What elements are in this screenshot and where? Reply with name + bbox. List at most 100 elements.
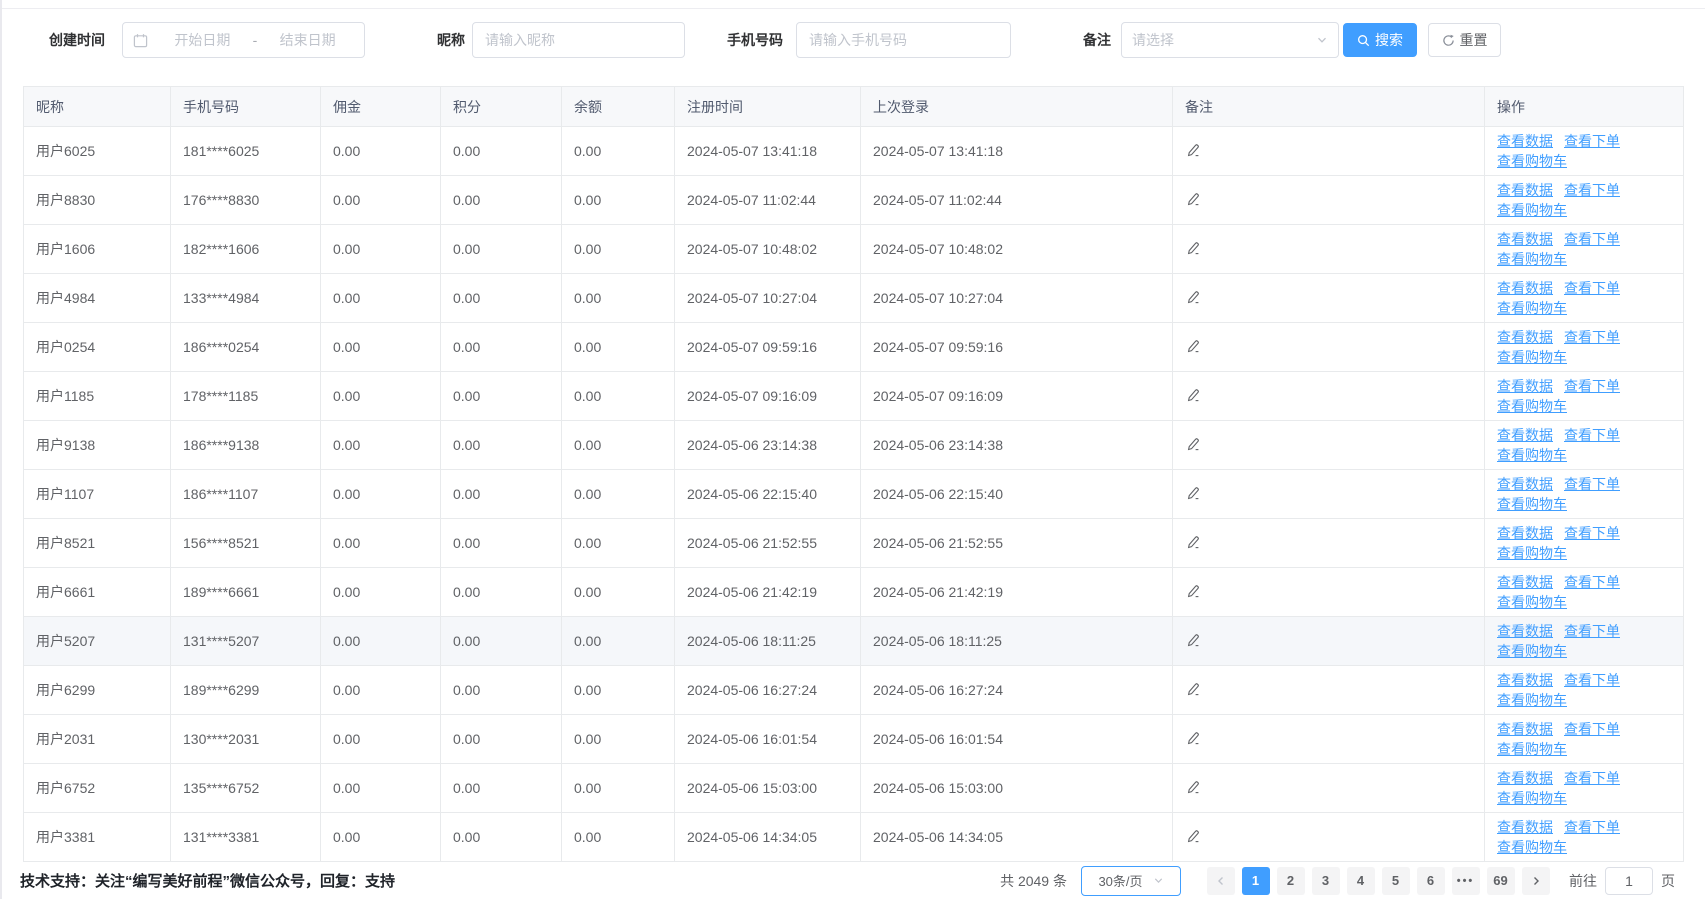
chevron-down-icon <box>1153 875 1164 886</box>
view-cart-link[interactable]: 查看购物车 <box>1497 349 1567 365</box>
view-orders-link[interactable]: 查看下单 <box>1564 427 1620 443</box>
commission-cell: 0.00 <box>321 519 441 568</box>
page-size-value: 30条/页 <box>1098 871 1142 890</box>
edit-remark-button[interactable] <box>1185 730 1201 746</box>
page-button-1[interactable]: 1 <box>1242 867 1270 895</box>
phone-input[interactable] <box>796 22 1011 58</box>
view-data-link[interactable]: 查看数据 <box>1497 721 1553 737</box>
view-orders-link[interactable]: 查看下单 <box>1564 182 1620 198</box>
edit-remark-button[interactable] <box>1185 191 1201 207</box>
page-button-last[interactable]: 69 <box>1487 867 1515 895</box>
remark-cell <box>1173 274 1485 323</box>
view-cart-link[interactable]: 查看购物车 <box>1497 398 1567 414</box>
page-button-5[interactable]: 5 <box>1382 867 1410 895</box>
edit-remark-button[interactable] <box>1185 632 1201 648</box>
view-orders-link[interactable]: 查看下单 <box>1564 280 1620 296</box>
view-cart-link[interactable]: 查看购物车 <box>1497 839 1567 855</box>
view-orders-link[interactable]: 查看下单 <box>1564 721 1620 737</box>
page-button-6[interactable]: 6 <box>1417 867 1445 895</box>
edit-remark-button[interactable] <box>1185 485 1201 501</box>
view-data-link[interactable]: 查看数据 <box>1497 574 1553 590</box>
goto-page-input[interactable] <box>1605 867 1653 895</box>
view-orders-link[interactable]: 查看下单 <box>1564 574 1620 590</box>
view-orders-link[interactable]: 查看下单 <box>1564 378 1620 394</box>
view-data-link[interactable]: 查看数据 <box>1497 672 1553 688</box>
view-data-link[interactable]: 查看数据 <box>1497 329 1553 345</box>
reset-button[interactable]: 重置 <box>1428 23 1501 57</box>
view-data-link[interactable]: 查看数据 <box>1497 280 1553 296</box>
edit-remark-button[interactable] <box>1185 240 1201 256</box>
edit-remark-button[interactable] <box>1185 681 1201 697</box>
view-cart-link[interactable]: 查看购物车 <box>1497 594 1567 610</box>
view-cart-link[interactable]: 查看购物车 <box>1497 643 1567 659</box>
pager-next-button[interactable] <box>1522 867 1550 895</box>
view-cart-link[interactable]: 查看购物车 <box>1497 251 1567 267</box>
view-data-link[interactable]: 查看数据 <box>1497 231 1553 247</box>
view-data-link[interactable]: 查看数据 <box>1497 770 1553 786</box>
phone-label: 手机号码 <box>727 22 783 58</box>
remark-cell <box>1173 421 1485 470</box>
view-orders-link[interactable]: 查看下单 <box>1564 819 1620 835</box>
edit-remark-button[interactable] <box>1185 828 1201 844</box>
nickname-input[interactable] <box>472 22 685 58</box>
remark-cell <box>1173 568 1485 617</box>
commission-cell: 0.00 <box>321 764 441 813</box>
view-orders-link[interactable]: 查看下单 <box>1564 770 1620 786</box>
view-cart-link[interactable]: 查看购物车 <box>1497 692 1567 708</box>
view-orders-link[interactable]: 查看下单 <box>1564 672 1620 688</box>
page-button-4[interactable]: 4 <box>1347 867 1375 895</box>
view-cart-link[interactable]: 查看购物车 <box>1497 300 1567 316</box>
view-data-link[interactable]: 查看数据 <box>1497 378 1553 394</box>
view-data-link[interactable]: 查看数据 <box>1497 427 1553 443</box>
page-button-3[interactable]: 3 <box>1312 867 1340 895</box>
view-cart-link[interactable]: 查看购物车 <box>1497 496 1567 512</box>
view-orders-link[interactable]: 查看下单 <box>1564 133 1620 149</box>
view-cart-link[interactable]: 查看购物车 <box>1497 741 1567 757</box>
remark-select[interactable]: 请选择 <box>1121 22 1339 58</box>
commission-cell: 0.00 <box>321 323 441 372</box>
view-data-link[interactable]: 查看数据 <box>1497 623 1553 639</box>
view-data-link[interactable]: 查看数据 <box>1497 133 1553 149</box>
commission-cell: 0.00 <box>321 568 441 617</box>
view-data-link[interactable]: 查看数据 <box>1497 476 1553 492</box>
view-cart-link[interactable]: 查看购物车 <box>1497 790 1567 806</box>
page-button-2[interactable]: 2 <box>1277 867 1305 895</box>
last-login-cell: 2024-05-07 09:16:09 <box>861 372 1173 421</box>
edit-remark-button[interactable] <box>1185 436 1201 452</box>
view-cart-link[interactable]: 查看购物车 <box>1497 153 1567 169</box>
edit-remark-button[interactable] <box>1185 387 1201 403</box>
edit-remark-button[interactable] <box>1185 534 1201 550</box>
edit-remark-button[interactable] <box>1185 289 1201 305</box>
table-row: 用户6661 189****6661 0.00 0.00 0.00 2024-0… <box>24 568 1684 617</box>
edit-remark-button[interactable] <box>1185 338 1201 354</box>
view-orders-link[interactable]: 查看下单 <box>1564 476 1620 492</box>
view-cart-link[interactable]: 查看购物车 <box>1497 202 1567 218</box>
pencil-icon <box>1185 632 1201 648</box>
view-orders-link[interactable]: 查看下单 <box>1564 231 1620 247</box>
balance-cell: 0.00 <box>562 274 675 323</box>
register-time-cell: 2024-05-07 11:02:44 <box>675 176 861 225</box>
edit-remark-button[interactable] <box>1185 142 1201 158</box>
view-data-link[interactable]: 查看数据 <box>1497 525 1553 541</box>
search-button[interactable]: 搜索 <box>1343 23 1417 57</box>
view-cart-link[interactable]: 查看购物车 <box>1497 447 1567 463</box>
start-date-placeholder[interactable]: 开始日期 <box>156 30 249 50</box>
page-size-select[interactable]: 30条/页 <box>1081 866 1181 896</box>
view-orders-link[interactable]: 查看下单 <box>1564 525 1620 541</box>
pencil-icon <box>1185 583 1201 599</box>
view-data-link[interactable]: 查看数据 <box>1497 182 1553 198</box>
column-header: 注册时间 <box>675 87 861 127</box>
pager-ellipsis[interactable]: ••• <box>1452 867 1480 895</box>
view-orders-link[interactable]: 查看下单 <box>1564 623 1620 639</box>
edit-remark-button[interactable] <box>1185 779 1201 795</box>
date-range-picker[interactable]: 开始日期 - 结束日期 <box>122 22 365 58</box>
view-orders-link[interactable]: 查看下单 <box>1564 329 1620 345</box>
last-login-cell: 2024-05-06 21:42:19 <box>861 568 1173 617</box>
edit-remark-button[interactable] <box>1185 583 1201 599</box>
view-cart-link[interactable]: 查看购物车 <box>1497 545 1567 561</box>
view-data-link[interactable]: 查看数据 <box>1497 819 1553 835</box>
table-row: 用户6025 181****6025 0.00 0.00 0.00 2024-0… <box>24 127 1684 176</box>
end-date-placeholder[interactable]: 结束日期 <box>261 30 354 50</box>
pager-prev-button[interactable] <box>1207 867 1235 895</box>
register-time-cell: 2024-05-06 15:03:00 <box>675 764 861 813</box>
